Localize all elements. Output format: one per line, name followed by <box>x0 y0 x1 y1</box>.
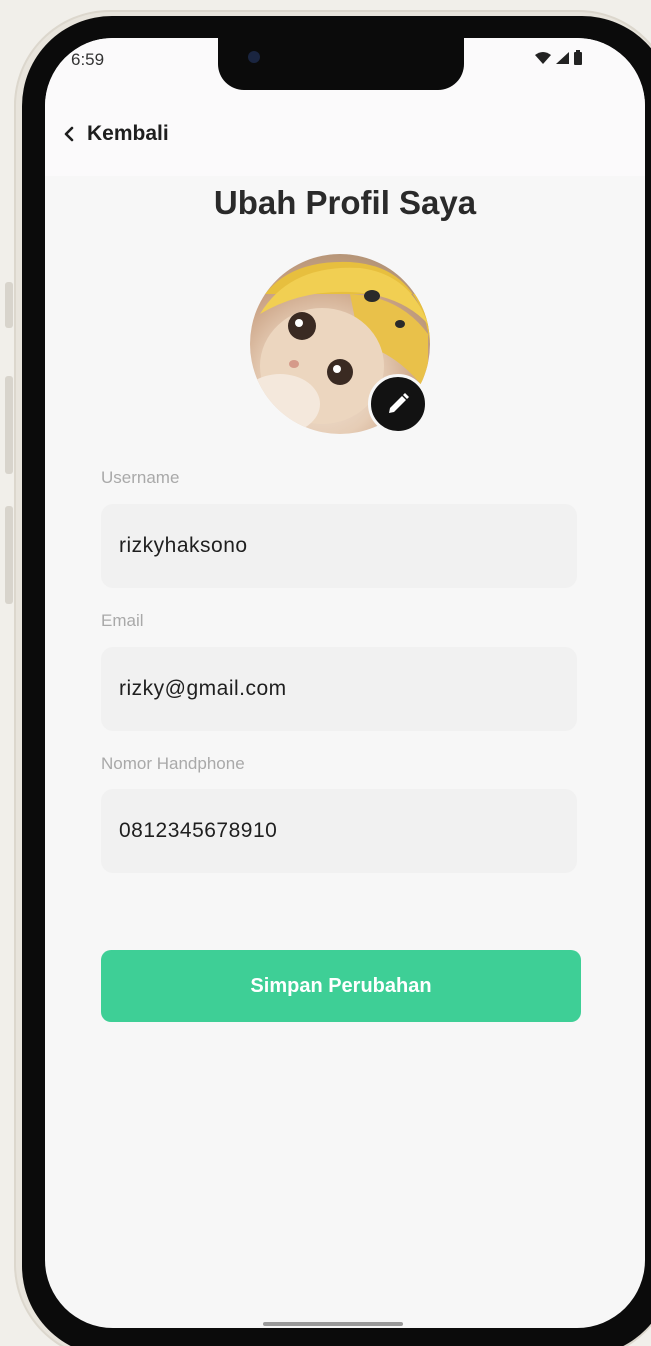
phone-field[interactable]: 0812345678910 <box>101 789 577 873</box>
battery-icon <box>574 50 582 65</box>
email-field[interactable]: rizky@gmail.com <box>101 647 577 731</box>
back-label: Kembali <box>87 122 169 145</box>
status-icons <box>534 50 583 65</box>
app-screen: 6:59 Kembali Ubah Profil Saya Username r… <box>45 38 645 1328</box>
device-mockup: 6:59 Kembali Ubah Profil Saya Username r… <box>0 0 651 1346</box>
signal-icon <box>556 51 569 64</box>
chevron-left-icon <box>64 126 74 142</box>
edit-avatar-button[interactable] <box>368 374 428 434</box>
save-changes-button[interactable]: Simpan Perubahan <box>101 950 581 1022</box>
avatar-section <box>250 254 430 434</box>
phone-side-button <box>5 506 13 604</box>
top-nav: Kembali <box>45 98 645 176</box>
phone-label: Nomor Handphone <box>101 754 245 773</box>
page-title: Ubah Profil Saya <box>213 184 477 221</box>
status-time: 6:59 <box>71 50 105 69</box>
username-label: Username <box>101 468 180 487</box>
home-indicator <box>263 1322 403 1326</box>
front-camera <box>248 51 260 63</box>
camera-notch <box>218 38 464 90</box>
username-field[interactable]: rizkyhaksono <box>101 504 577 588</box>
back-button[interactable]: Kembali <box>63 122 169 146</box>
phone-side-button <box>5 376 13 474</box>
wifi-icon <box>535 51 551 64</box>
pencil-icon <box>389 393 409 413</box>
phone-side-button <box>5 282 13 328</box>
email-label: Email <box>101 611 144 630</box>
